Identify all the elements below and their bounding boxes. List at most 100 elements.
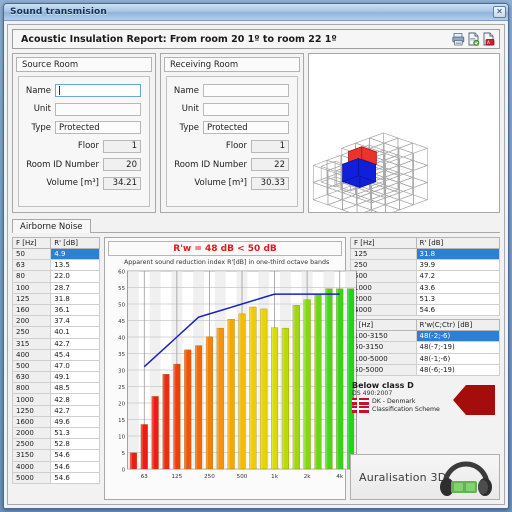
receiving-volume-input[interactable]: 30.33: [251, 176, 289, 190]
octave-header-0: F [Hz]: [350, 237, 417, 249]
export-pdf-icon[interactable]: A: [482, 32, 495, 46]
single-number-cell: 48(-2;-6): [415, 330, 501, 343]
svg-text:0: 0: [122, 467, 126, 473]
class-arrow-icon: [452, 383, 496, 421]
third-octave-cell: 40.1: [50, 326, 100, 339]
third-octave-cell: 100: [11, 281, 52, 294]
table-row[interactable]: 100 28.7: [11, 281, 100, 294]
auralisation-3d-button[interactable]: Auralisation 3D: [350, 454, 500, 500]
denmark-flag-icon-2: [352, 405, 369, 413]
octave-cell: 125: [350, 247, 417, 261]
table-row[interactable]: 1000 42.8: [11, 393, 100, 406]
table-row[interactable]: 400 45.4: [11, 348, 100, 361]
receiving-room-fields: Name Unit Type Protected Floor 1 Room ID…: [166, 76, 298, 207]
source-unit-label: Unit: [33, 104, 51, 114]
source-type-input[interactable]: Protected: [55, 121, 141, 134]
source-floor-label: Floor: [77, 141, 99, 151]
table-row[interactable]: 2000 51.3: [11, 426, 100, 440]
source-name-input[interactable]: [55, 84, 141, 97]
third-octave-header-0: F [Hz]: [11, 237, 52, 249]
building-3d-view[interactable]: [308, 53, 500, 213]
table-row[interactable]: 630 49.1: [11, 371, 100, 384]
table-row[interactable]: 50-5000 48(-6;-19): [350, 363, 501, 376]
octave-cell: 2000: [350, 292, 417, 305]
svg-text:30: 30: [118, 368, 125, 374]
third-octave-cell: 2000: [11, 426, 52, 440]
table-row[interactable]: 2500 52.8: [11, 438, 100, 451]
octave-cell: 1000: [350, 281, 417, 294]
table-row[interactable]: 4000 54.6: [350, 303, 501, 317]
table-row[interactable]: 800 48.5: [11, 382, 100, 395]
octave-table[interactable]: F [Hz] R' [dB] 125 31.8 250 39.9 500 47.2 1000 43…: [350, 237, 501, 317]
table-row[interactable]: 125 31.8: [11, 292, 100, 305]
receiving-room-group: Receiving Room Name Unit Type Protected …: [160, 53, 304, 213]
single-number-cell: 48(-6;-19): [415, 363, 501, 376]
third-octave-cell: 4.9: [50, 247, 100, 261]
table-row[interactable]: 1600 49.6: [11, 415, 100, 429]
third-octave-cell: 31.8: [50, 292, 100, 305]
table-row[interactable]: 50-3150 48(-7;-19): [350, 341, 501, 354]
receiving-unit-input[interactable]: [203, 102, 289, 116]
window-client-area: Acoustic Insulation Report: From room 20…: [7, 24, 505, 505]
table-row[interactable]: 125 31.8: [350, 247, 501, 261]
table-row[interactable]: 1250 42.7: [11, 404, 100, 417]
headphones-icon: [437, 457, 495, 499]
table-row[interactable]: 500 47.0: [11, 359, 100, 373]
source-unit-input[interactable]: [55, 102, 141, 116]
single-number-cell: 48(-1;-6): [415, 352, 501, 365]
chart-plot-area[interactable]: 0 5 10 15 20 25 30 35 40 45 50 55 60 63 125 250 500 1k 2k 4…: [108, 267, 357, 496]
table-row[interactable]: 1000 43.6: [350, 281, 501, 294]
table-row[interactable]: 160 36.1: [11, 303, 100, 317]
third-octave-cell: 45.4: [50, 348, 100, 361]
receiving-room-id-input[interactable]: 22: [251, 158, 289, 171]
third-octave-cell: 54.6: [50, 471, 100, 484]
third-octave-cell: 22.0: [50, 270, 100, 283]
source-floor-input[interactable]: 1: [103, 139, 141, 153]
receiving-floor-label: Floor: [225, 141, 247, 151]
third-octave-cell: 200: [11, 315, 52, 328]
third-octave-cell: 49.6: [50, 415, 100, 429]
third-octave-cell: 48.5: [50, 382, 100, 395]
table-row[interactable]: 2000 51.3: [350, 292, 501, 305]
chart-panel: R'w = 48 dB < 50 dB Apparent sound reduc…: [104, 237, 357, 500]
third-octave-header-1: R' [dB]: [50, 237, 100, 249]
field-row: Volume [m³] 34.21: [25, 176, 141, 190]
table-row[interactable]: 315 42.7: [11, 337, 100, 350]
table-row[interactable]: 250 39.9: [350, 259, 501, 272]
table-row[interactable]: 63 13.5: [11, 259, 100, 272]
close-icon[interactable]: ✕: [493, 6, 506, 18]
table-row[interactable]: 200 37.4: [11, 315, 100, 328]
table-row[interactable]: 100-5000 48(-1;-6): [350, 352, 501, 365]
table-row[interactable]: 3150 54.6: [11, 449, 100, 462]
receiving-type-input[interactable]: Protected: [203, 121, 289, 134]
export-document-icon[interactable]: [467, 32, 480, 46]
receiving-volume-label: Volume [m³]: [194, 178, 247, 188]
table-row[interactable]: 5000 54.6: [11, 471, 100, 484]
table-row[interactable]: 80 22.0: [11, 270, 100, 283]
table-row[interactable]: 500 47.2: [350, 270, 501, 283]
print-icon[interactable]: [452, 32, 465, 46]
third-octave-cell: 5000: [11, 471, 52, 484]
field-row: Name: [25, 84, 141, 97]
octave-cell: 54.6: [415, 303, 501, 317]
svg-text:10: 10: [118, 434, 125, 440]
third-octave-table[interactable]: F [Hz] R' [dB] 50 4.9 63 13.5 80 22.0 100 28.7 125…: [11, 237, 100, 484]
receiving-floor-input[interactable]: 1: [251, 139, 289, 153]
table-row[interactable]: 50 4.9: [11, 247, 100, 261]
tab-airborne-noise[interactable]: Airborne Noise: [12, 219, 91, 233]
source-volume-input[interactable]: 34.21: [103, 176, 141, 190]
third-octave-cell: 400: [11, 348, 52, 361]
single-number-table[interactable]: f [Hz] R'w(C;Ctr) [dB] 100-3150 48(-2;-6) 50…: [350, 319, 501, 376]
table-row[interactable]: 100-3150 48(-2;-6): [350, 330, 501, 343]
receiving-name-input[interactable]: [203, 84, 289, 97]
third-octave-cell: 3150: [11, 449, 52, 462]
third-octave-cell: 47.0: [50, 359, 100, 373]
third-octave-cell: 42.7: [50, 404, 100, 417]
third-octave-cell: 42.8: [50, 393, 100, 406]
results-section: F [Hz] R' [dB] 50 4.9 63 13.5 80 22.0 100 28.7 125…: [11, 232, 501, 500]
source-room-id-input[interactable]: 20: [103, 158, 141, 171]
table-row[interactable]: 4000 54.6: [11, 460, 100, 473]
third-octave-cell: 42.7: [50, 337, 100, 350]
field-row: Volume [m³] 30.33: [173, 176, 289, 190]
table-row[interactable]: 250 40.1: [11, 326, 100, 339]
